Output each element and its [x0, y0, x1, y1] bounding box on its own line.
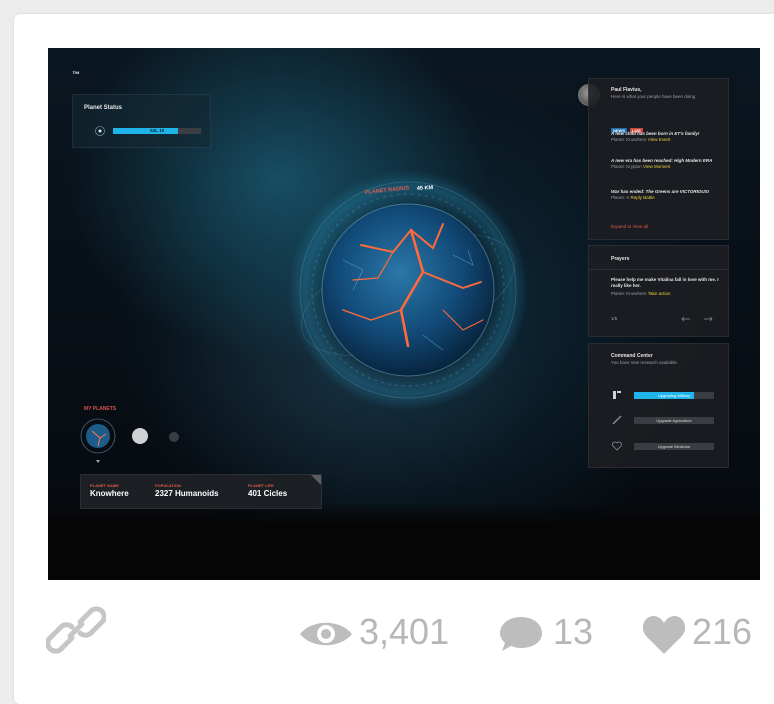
feed-item-action[interactable]: View Event [648, 137, 670, 142]
logo: ™ [72, 70, 80, 79]
population-col: POPULATION 2327 Humanoids [155, 483, 219, 499]
planet-info-bar: PLANET NAME Knowhere POPULATION 2327 Hum… [80, 474, 322, 509]
planet-thumb [132, 428, 148, 444]
feed-item-action[interactable]: View Moment [643, 164, 670, 169]
likes-count: 216 [692, 611, 753, 652]
feed-item: A new era has been reached: High Modern … [611, 158, 723, 170]
comments-count: 13 [553, 611, 594, 652]
planet-name-value: Knowhere [90, 489, 129, 498]
prayer-sub: Planet: Knowhere [611, 291, 647, 296]
activity-feed-panel: Paul Flavius, Here is what your people h… [588, 78, 729, 240]
prayers-panel: Prayers Please help me make Vitalina fal… [588, 245, 729, 337]
planet-radius-value: 45 KM [417, 185, 434, 192]
planet-name-col: PLANET NAME Knowhere [90, 483, 129, 499]
planet-sphere [322, 204, 494, 376]
arrow-right-icon[interactable] [703, 316, 713, 322]
heart-icon [642, 616, 686, 654]
my-planets-label: MY PLANETS [84, 406, 117, 412]
feed-item: War has ended: The Greens are VICTORIOUS… [611, 189, 723, 201]
feed-item: A new child has been born in ET's family… [611, 131, 723, 143]
planet-display[interactable]: PLANET RADIUS 45 KM [283, 160, 533, 410]
feed-item-sub: Planet: Knowhere [611, 137, 647, 142]
settings-gear-icon[interactable] [95, 126, 105, 136]
planet-selector [80, 418, 179, 463]
feed-item-sub: Planet: X [611, 195, 630, 200]
prayer-text: Please help me make Vitalina fall in lov… [611, 277, 719, 288]
upgrading-military-button[interactable]: Upgrading Military [634, 392, 714, 399]
population-value: 2327 Humanoids [155, 489, 219, 498]
status-bar-label: S4L 10 [149, 128, 165, 133]
prayer-pager: 1/5 [611, 316, 618, 321]
planet-thumb [169, 432, 179, 442]
comment-icon [500, 617, 542, 651]
status-bar: S4L 10 [113, 128, 201, 134]
take-action-link[interactable]: Take action [648, 291, 671, 296]
planet-life-col: PLANET LIFE 401 Cicles [248, 483, 287, 499]
button-label: Upgrading Military [657, 393, 691, 398]
corner-fold-icon [311, 475, 321, 485]
ground-fade [48, 503, 760, 580]
planet-life-value: 401 Cicles [248, 489, 288, 498]
views-count: 3,401 [359, 611, 450, 652]
feed-item-action[interactable]: Reply Battle [631, 195, 655, 200]
link-icon[interactable] [46, 600, 106, 660]
divider [589, 269, 728, 270]
command-subtitle: You have new research available [611, 360, 677, 365]
feed-greeting: Here is what your people have been doing [611, 94, 696, 99]
command-title: Command Center [611, 353, 653, 359]
military-icon [613, 391, 621, 399]
dashboard-screenshot[interactable]: ™ Planet Status S4L 10 Paul Flavius, Her… [48, 48, 760, 580]
medicine-icon [612, 441, 622, 451]
feed-item-sub: Planet: Krypton [611, 164, 642, 169]
planet-status-title: Planet Status [84, 105, 123, 111]
upgrade-progress-rest [694, 392, 714, 399]
command-center-panel: Command Center You have new research ava… [588, 343, 729, 468]
planet-status-panel: Planet Status S4L 10 [72, 94, 211, 148]
upgrade-agriculture-button[interactable]: Upgrade Agriculture [634, 417, 714, 424]
user-name: Paul Flavius, [611, 87, 642, 93]
agriculture-icon [612, 415, 622, 425]
expand-link[interactable]: Expand to View all [611, 224, 648, 230]
eye-icon [300, 622, 352, 646]
prayers-title: Prayers [611, 256, 630, 262]
upgrade-medicine-button[interactable]: Upgrade Medicine [634, 443, 714, 450]
arrow-left-icon[interactable] [681, 316, 691, 322]
